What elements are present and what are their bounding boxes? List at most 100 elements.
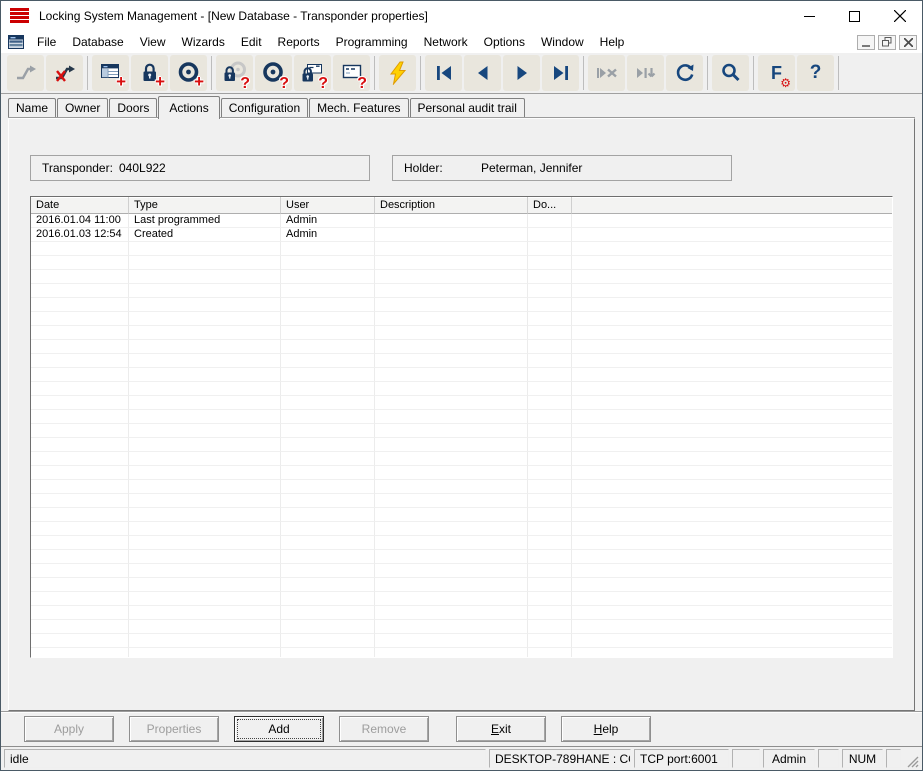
table-cell-filler bbox=[572, 354, 892, 368]
table-row-empty bbox=[31, 270, 892, 284]
table-cell-filler bbox=[572, 564, 892, 578]
table-cell bbox=[528, 228, 572, 242]
tab-mech-features[interactable]: Mech. Features bbox=[309, 98, 408, 118]
table-cell bbox=[31, 592, 129, 606]
table-row-empty bbox=[31, 564, 892, 578]
table-row-empty bbox=[31, 620, 892, 634]
table-cell bbox=[528, 438, 572, 452]
table-cell bbox=[31, 522, 129, 536]
table-cell bbox=[31, 452, 129, 466]
table-cell bbox=[528, 382, 572, 396]
mdi-window-controls bbox=[857, 35, 922, 50]
table-cell bbox=[281, 284, 375, 298]
filter-settings-button[interactable]: F ⚙ bbox=[758, 55, 795, 91]
search-button[interactable] bbox=[712, 55, 749, 91]
read-mifare-lock-button[interactable] bbox=[294, 55, 331, 91]
menu-bar: FileDatabaseViewWizardsEditReportsProgra… bbox=[1, 31, 922, 53]
read-lock-button[interactable] bbox=[216, 55, 253, 91]
table-cell bbox=[375, 550, 528, 564]
menu-help[interactable]: Help bbox=[592, 33, 633, 51]
column-header-date[interactable]: Date bbox=[31, 197, 129, 214]
table-cell-filler bbox=[572, 648, 892, 658]
menu-options[interactable]: Options bbox=[476, 33, 533, 51]
menu-programming[interactable]: Programming bbox=[328, 33, 416, 51]
program-button[interactable] bbox=[379, 55, 416, 91]
menu-view[interactable]: View bbox=[132, 33, 174, 51]
new-lock-button[interactable] bbox=[131, 55, 168, 91]
mdi-minimize-button[interactable] bbox=[857, 35, 875, 50]
tab-name[interactable]: Name bbox=[8, 98, 56, 118]
close-button[interactable] bbox=[877, 1, 922, 31]
help-button[interactable]: Help bbox=[561, 716, 651, 742]
menu-network[interactable]: Network bbox=[416, 33, 476, 51]
first-record-button[interactable] bbox=[425, 55, 462, 91]
table-cell bbox=[31, 382, 129, 396]
log-off-button[interactable] bbox=[46, 55, 83, 91]
table-cell bbox=[129, 480, 281, 494]
read-transponder-button[interactable] bbox=[255, 55, 292, 91]
tab-actions[interactable]: Actions bbox=[158, 96, 219, 119]
column-header-user[interactable]: User bbox=[281, 197, 375, 214]
tab-personal-audit-trail[interactable]: Personal audit trail bbox=[410, 98, 525, 118]
apply-button[interactable]: Apply bbox=[24, 716, 114, 742]
last-record-icon bbox=[549, 61, 573, 85]
table-cell bbox=[375, 466, 528, 480]
table-cell-filler bbox=[572, 550, 892, 564]
tab-owner[interactable]: Owner bbox=[57, 98, 108, 118]
menu-edit[interactable]: Edit bbox=[233, 33, 270, 51]
tab-doors[interactable]: Doors bbox=[109, 98, 157, 118]
table-cell bbox=[31, 494, 129, 508]
new-locking-system-button[interactable] bbox=[92, 55, 129, 91]
previous-record-button[interactable] bbox=[464, 55, 501, 91]
table-cell bbox=[375, 382, 528, 396]
table-row[interactable]: 2016.01.03 12:54CreatedAdmin bbox=[31, 228, 892, 242]
menu-wizards[interactable]: Wizards bbox=[174, 33, 233, 51]
read-card-button[interactable] bbox=[333, 55, 370, 91]
last-record-button[interactable] bbox=[542, 55, 579, 91]
table-row[interactable]: 2016.01.04 11:00Last programmedAdmin bbox=[31, 214, 892, 228]
toolbar-help-button[interactable]: ? bbox=[797, 55, 834, 91]
new-transponder-button[interactable] bbox=[170, 55, 207, 91]
column-header-type[interactable]: Type bbox=[129, 197, 281, 214]
table-row-empty bbox=[31, 536, 892, 550]
table-cell bbox=[375, 368, 528, 382]
table-cell bbox=[375, 312, 528, 326]
table-cell bbox=[129, 396, 281, 410]
table-cell bbox=[528, 424, 572, 438]
table-cell bbox=[129, 550, 281, 564]
refresh-button[interactable] bbox=[666, 55, 703, 91]
cancel-record-button[interactable] bbox=[588, 55, 625, 91]
table-cell bbox=[375, 522, 528, 536]
status-cell-empty bbox=[886, 749, 901, 768]
menu-reports[interactable]: Reports bbox=[270, 33, 328, 51]
next-record-button[interactable] bbox=[503, 55, 540, 91]
mdi-close-button[interactable] bbox=[899, 35, 917, 50]
remove-button[interactable]: Remove bbox=[339, 716, 429, 742]
column-header-do[interactable]: Do... bbox=[528, 197, 572, 214]
add-button[interactable]: Add bbox=[234, 716, 324, 742]
table-row-empty bbox=[31, 284, 892, 298]
table-row-empty bbox=[31, 424, 892, 438]
zigzag-arrow-icon bbox=[14, 61, 38, 85]
maximize-button[interactable] bbox=[832, 1, 877, 31]
info-row: Transponder: 040L922 Holder: Peterman, J… bbox=[30, 155, 914, 181]
table-cell bbox=[129, 648, 281, 658]
table-cell bbox=[375, 270, 528, 284]
tab-configuration[interactable]: Configuration bbox=[221, 98, 308, 118]
column-header-description[interactable]: Description bbox=[375, 197, 528, 214]
commit-record-button[interactable] bbox=[627, 55, 664, 91]
properties-button[interactable]: Properties bbox=[129, 716, 219, 742]
menu-file[interactable]: File bbox=[29, 33, 64, 51]
table-cell bbox=[281, 326, 375, 340]
log-on-button[interactable] bbox=[7, 55, 44, 91]
mdi-restore-button[interactable] bbox=[878, 35, 896, 50]
menu-database[interactable]: Database bbox=[64, 33, 131, 51]
table-cell bbox=[31, 438, 129, 452]
exit-button[interactable]: Exit bbox=[456, 716, 546, 742]
minimize-button[interactable] bbox=[787, 1, 832, 31]
question-overlay-icon bbox=[318, 76, 328, 92]
table-cell bbox=[375, 396, 528, 410]
menu-window[interactable]: Window bbox=[533, 33, 592, 51]
resize-grip[interactable] bbox=[904, 749, 919, 768]
table-cell bbox=[281, 242, 375, 256]
